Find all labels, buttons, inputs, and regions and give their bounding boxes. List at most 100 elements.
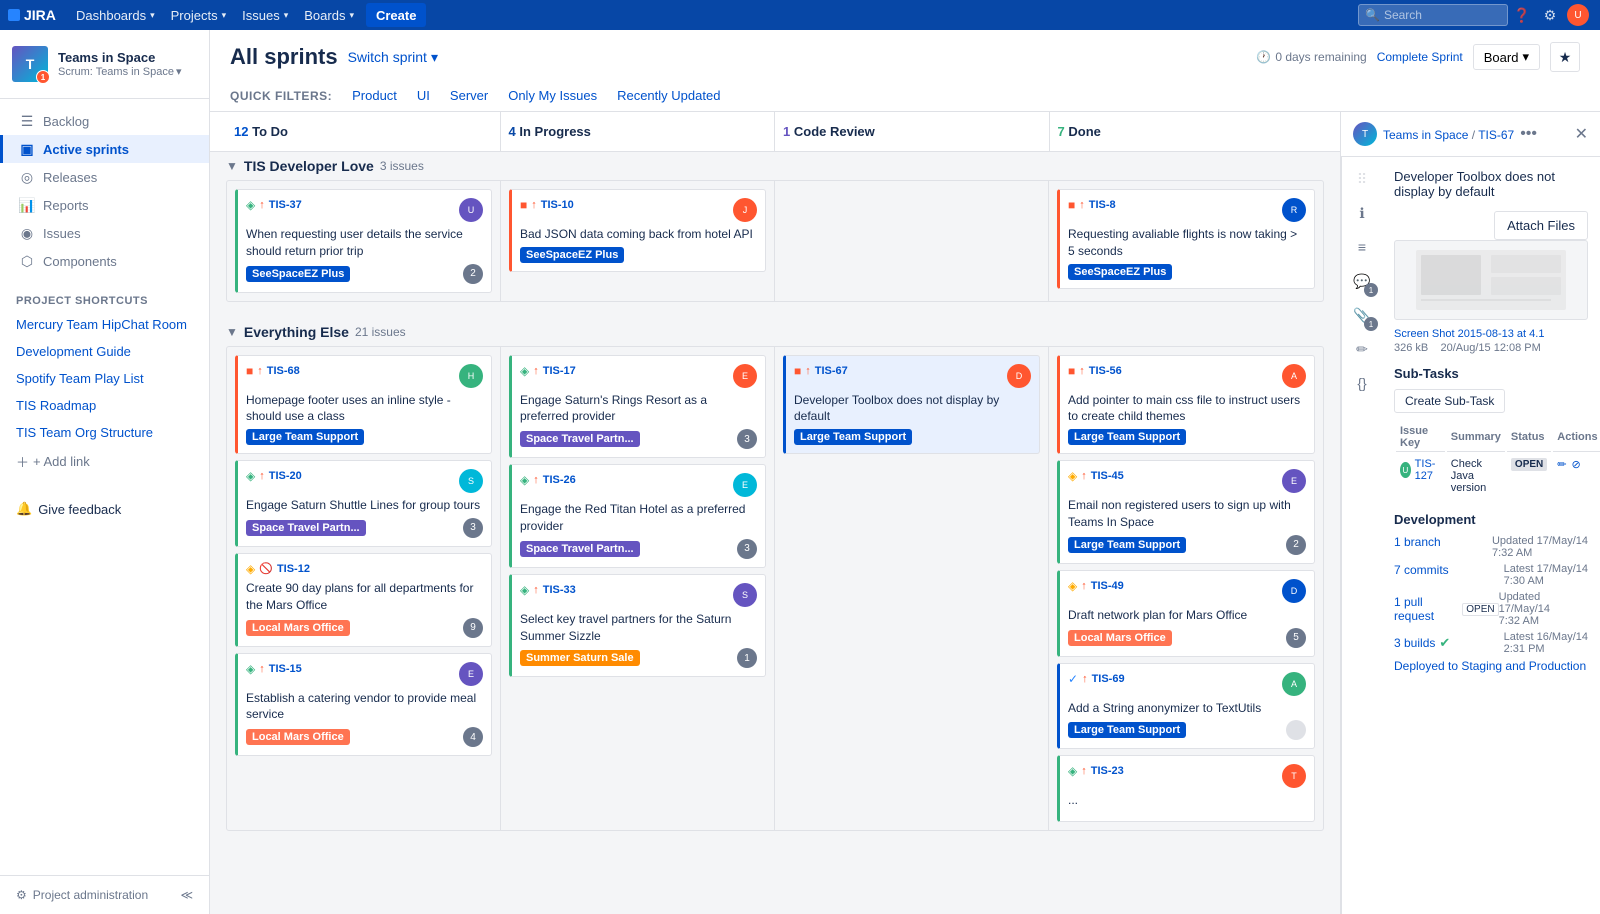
project-subtitle: Scrum: Teams in Space ▾ <box>58 65 182 78</box>
panel-attachment-icon[interactable]: 📎 1 <box>1348 301 1376 329</box>
story-icon: ◈ <box>246 469 255 483</box>
help-icon[interactable]: ❓ <box>1508 1 1536 29</box>
col-done-0: ■ ↑ TIS-8 R Requesting avaliable flights… <box>1049 181 1323 301</box>
qf-recently-updated[interactable]: Recently Updated <box>607 84 730 107</box>
give-feedback-item[interactable]: 🔔 Give feedback <box>0 493 209 525</box>
panel-side-icons: ⠿ ℹ ≡ 💬 1 📎 1 ✏ {} <box>1341 157 1382 914</box>
sidebar-item-reports[interactable]: 📊 Reports <box>0 191 209 219</box>
card-tis-15[interactable]: ◈ ↑ TIS-15 E Establish a catering vendor… <box>235 653 492 757</box>
board: 12 To Do 4 In Progress 1 Code Review <box>210 112 1340 914</box>
story-icon: ◈ <box>520 364 529 378</box>
nav-projects[interactable]: Projects ▾ <box>163 0 235 30</box>
close-panel-button[interactable]: ✕ <box>1575 124 1588 144</box>
sidebar-item-backlog[interactable]: ☰ Backlog <box>0 107 209 135</box>
sidebar-item-active-sprints[interactable]: ▣ Active sprints <box>0 135 209 163</box>
screenshot-name[interactable]: Screen Shot 2015-08-13 at 4.1 <box>1394 328 1588 340</box>
card-tis-8[interactable]: ■ ↑ TIS-8 R Requesting avaliable flights… <box>1057 189 1315 289</box>
panel-content: Developer Toolbox does not display by de… <box>1382 157 1600 914</box>
card-tis-20[interactable]: ◈ ↑ TIS-20 S Engage Saturn Shuttle Lines… <box>235 460 492 547</box>
more-options-button[interactable]: ••• <box>1520 125 1537 143</box>
settings-icon[interactable]: ⚙ <box>1536 1 1564 29</box>
edit-action-icon[interactable]: ✏ <box>1557 459 1566 471</box>
project-admin-item[interactable]: ⚙ Project administration ≪ <box>0 875 209 914</box>
qf-server[interactable]: Server <box>440 84 498 107</box>
card-tis-10[interactable]: ■ ↑ TIS-10 J Bad JSON data coming back f… <box>509 189 766 272</box>
nav-dashboards[interactable]: Dashboards ▾ <box>68 0 163 30</box>
bug-icon: ■ <box>794 364 801 378</box>
card-tis-33[interactable]: ◈ ↑ TIS-33 S Select key travel partners … <box>509 574 766 678</box>
priority-icon: ↑ <box>259 470 265 482</box>
swimlane-1: ▼ Everything Else 21 issues <box>226 318 1324 832</box>
sidebar-item-releases[interactable]: ◎ Releases <box>0 163 209 191</box>
swimlane-header-0[interactable]: ▼ TIS Developer Love 3 issues <box>226 152 1324 180</box>
shortcut-tis-roadmap[interactable]: TIS Roadmap <box>0 392 209 419</box>
shortcut-dev-guide[interactable]: Development Guide <box>0 338 209 365</box>
bug-icon: ■ <box>520 198 527 212</box>
pr-link[interactable]: 1 pull request <box>1394 595 1458 623</box>
card-avatar: T <box>1282 764 1306 788</box>
card-tis-23[interactable]: ◈ ↑ TIS-23 T ... <box>1057 755 1315 822</box>
board-button[interactable]: Board ▾ <box>1473 44 1540 70</box>
story-icon: ◈ <box>520 473 529 487</box>
panel-info-icon[interactable]: ℹ <box>1348 199 1376 227</box>
card-tis-68[interactable]: ■ ↑ TIS-68 H Homepage footer uses an inl… <box>235 355 492 455</box>
branch-link[interactable]: 1 branch <box>1394 535 1441 559</box>
card-tis-12[interactable]: ◈ 🚫 TIS-12 Create 90 day plans for all d… <box>235 553 492 647</box>
search-input[interactable] <box>1384 8 1494 22</box>
attach-files-button[interactable]: Attach Files <box>1494 211 1588 240</box>
panel-list-icon[interactable]: ≡ <box>1348 233 1376 261</box>
components-icon: ⬡ <box>19 253 35 269</box>
panel-issue-key-link[interactable]: TIS-67 <box>1478 128 1514 142</box>
commits-link[interactable]: 7 commits <box>1394 563 1449 587</box>
subtask-key-link[interactable]: TIS-127 <box>1415 458 1441 482</box>
panel-project-link[interactable]: Teams in Space <box>1383 128 1468 142</box>
create-subtask-button[interactable]: Create Sub-Task <box>1394 389 1505 413</box>
search-icon: 🔍 <box>1365 8 1380 22</box>
card-tis-26[interactable]: ◈ ↑ TIS-26 E Engage the Red Titan Hotel … <box>509 464 766 568</box>
jira-logo[interactable]: JIRA <box>8 6 60 24</box>
subtask-status: OPEN <box>1511 458 1547 471</box>
swimlane-title-1: Everything Else <box>244 324 349 340</box>
add-link-button[interactable]: ＋ + Add link <box>0 446 209 477</box>
star-button[interactable]: ★ <box>1550 42 1580 72</box>
qf-only-my-issues[interactable]: Only My Issues <box>498 84 607 107</box>
panel-comment-icon[interactable]: 💬 1 <box>1348 267 1376 295</box>
nav-issues[interactable]: Issues ▾ <box>234 0 296 30</box>
comment-count: 1 <box>1364 283 1378 297</box>
right-panel: T Teams in Space / TIS-67 ••• ✕ ⠿ <box>1340 112 1600 914</box>
col-review-1: ■ ↑ TIS-67 D Developer Toolbox does not … <box>775 347 1049 831</box>
shortcut-spotify[interactable]: Spotify Team Play List <box>0 365 209 392</box>
search-box[interactable]: 🔍 <box>1358 4 1508 26</box>
col-header-done: 7 Done <box>1050 112 1325 151</box>
panel-code-icon[interactable]: {} <box>1348 369 1376 397</box>
col-header-codereview: 1 Code Review <box>775 112 1050 151</box>
complete-sprint-button[interactable]: Complete Sprint <box>1377 50 1463 64</box>
sidebar-item-components[interactable]: ⬡ Components <box>0 247 209 275</box>
create-button[interactable]: Create <box>366 3 426 27</box>
card-tis-56[interactable]: ■ ↑ TIS-56 A Add pointer to main css fil… <box>1057 355 1315 455</box>
card-tis-49[interactable]: ◈ ↑ TIS-49 D Draft network plan for Mars… <box>1057 570 1315 657</box>
card-tis-17[interactable]: ◈ ↑ TIS-17 E Engage Saturn's Rings Resor… <box>509 355 766 459</box>
qf-product[interactable]: Product <box>342 84 407 107</box>
quick-filters-label: QUICK FILTERS: <box>230 89 332 103</box>
column-headers: 12 To Do 4 In Progress 1 Code Review <box>210 112 1340 152</box>
shortcut-tis-org[interactable]: TIS Team Org Structure <box>0 419 209 446</box>
delete-action-icon[interactable]: ⊘ <box>1572 459 1581 471</box>
card-tis-45[interactable]: ◈ ↑ TIS-45 E Email non registered users … <box>1057 460 1315 564</box>
switch-sprint-button[interactable]: Switch sprint ▾ <box>348 49 438 66</box>
col-todo-0: ◈ ↑ TIS-37 U When requesting user detail… <box>227 181 501 301</box>
col-header-inprogress: 4 In Progress <box>501 112 776 151</box>
swimlane-header-1[interactable]: ▼ Everything Else 21 issues <box>226 318 1324 346</box>
priority-icon: ↑ <box>533 584 539 596</box>
nav-boards[interactable]: Boards ▾ <box>296 0 362 30</box>
builds-link[interactable]: 3 builds <box>1394 636 1435 650</box>
card-tis-67[interactable]: ■ ↑ TIS-67 D Developer Toolbox does not … <box>783 355 1040 455</box>
shortcut-mercury[interactable]: Mercury Team HipChat Room <box>0 311 209 338</box>
panel-edit-icon[interactable]: ✏ <box>1348 335 1376 363</box>
card-tis-69[interactable]: ✓ ↑ TIS-69 A Add a String anonymizer to … <box>1057 663 1315 750</box>
avatar[interactable]: U <box>1564 1 1592 29</box>
sidebar-item-issues[interactable]: ◉ Issues <box>0 219 209 247</box>
card-tis-37[interactable]: ◈ ↑ TIS-37 U When requesting user detail… <box>235 189 492 293</box>
qf-ui[interactable]: UI <box>407 84 440 107</box>
project-header: T 1 Teams in Space Scrum: Teams in Space… <box>0 30 209 99</box>
